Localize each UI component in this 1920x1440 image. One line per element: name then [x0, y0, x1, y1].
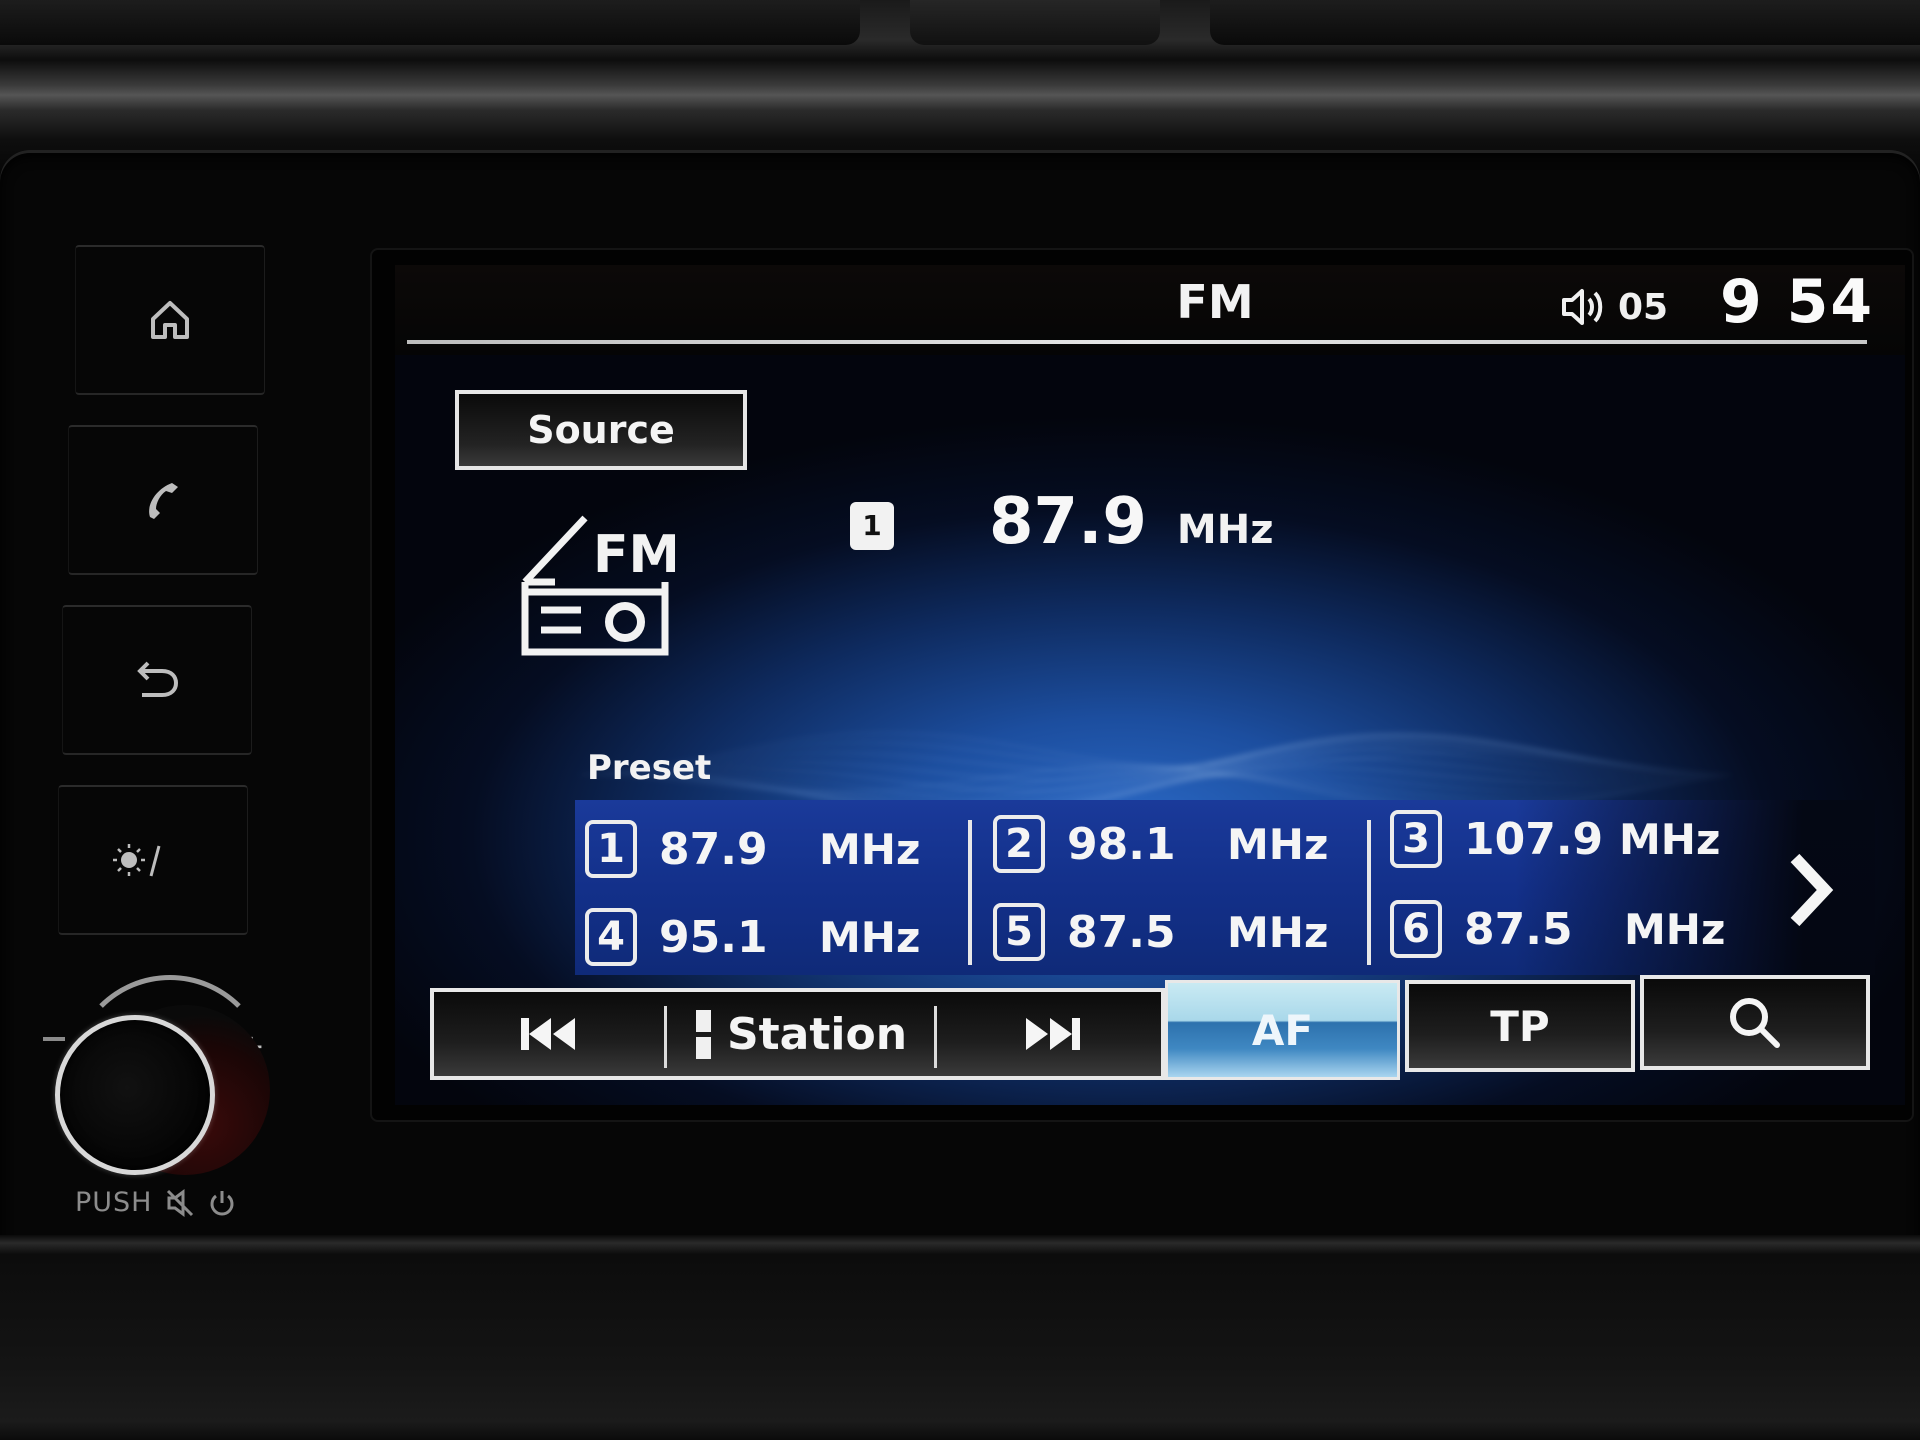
- day-night-icon: [113, 844, 189, 877]
- source-title: FM: [1176, 275, 1254, 329]
- speaker-volume-icon: [1562, 289, 1603, 325]
- day-night-button[interactable]: [58, 785, 248, 935]
- preset-divider: [1367, 820, 1371, 965]
- preset-number: 2: [993, 815, 1045, 873]
- home-icon: [151, 301, 189, 339]
- tune-controls: Station: [430, 988, 1165, 1080]
- preset-list: 1 87.9 MHz 4 95.1 MHz 2 98.1 MHz 5 87.5 …: [575, 800, 1875, 975]
- preset-section-label: Preset: [587, 748, 712, 788]
- control-bar: Station AF TP: [430, 975, 1870, 1080]
- skip-back-icon: [521, 1018, 575, 1050]
- preset-1[interactable]: 1 87.9 MHz: [585, 820, 920, 878]
- dash-vent-center: [910, 0, 1160, 45]
- knob-legend: PUSH: [75, 1187, 237, 1218]
- phone-button[interactable]: [68, 425, 258, 575]
- volume-level: 05: [1618, 286, 1669, 328]
- seek-forward-button[interactable]: [939, 992, 1164, 1076]
- preset-frequency: 87.5: [1067, 906, 1176, 958]
- mute-icon: [166, 1188, 193, 1217]
- tp-toggle-button[interactable]: TP: [1405, 980, 1635, 1072]
- volume-knob-assembly: + PUSH: [20, 955, 280, 1235]
- preset-number: 6: [1390, 900, 1442, 958]
- status-bar: FM 05 9 54: [395, 265, 1905, 345]
- control-separator: [934, 1006, 937, 1068]
- control-separator: [664, 1006, 667, 1068]
- lower-dash-panel: [0, 1255, 1920, 1440]
- dash-vent-right: [1210, 0, 1920, 45]
- skip-forward-icon: [1025, 1018, 1080, 1050]
- radio-screen: FM 05 9 54 Source FM 1 87.9 MHz Preset 1…: [395, 265, 1905, 1105]
- search-button[interactable]: [1640, 975, 1870, 1070]
- preset-number: 5: [993, 903, 1045, 961]
- dash-vent-left: [0, 0, 860, 45]
- current-frequency: 87.9: [989, 485, 1147, 559]
- preset-unit: MHz: [1227, 819, 1329, 869]
- current-preset-badge: 1: [850, 501, 894, 550]
- preset-number: 3: [1390, 810, 1442, 868]
- preset-number: 4: [585, 908, 637, 966]
- power-icon: [210, 1190, 233, 1215]
- preset-frequency: 87.9: [659, 823, 768, 875]
- preset-unit: MHz: [1619, 814, 1721, 864]
- station-button[interactable]: Station: [669, 992, 934, 1076]
- search-icon: [1730, 997, 1780, 1048]
- back-icon: [137, 661, 179, 697]
- back-button[interactable]: [62, 605, 252, 755]
- preset-number: 1: [585, 820, 637, 878]
- preset-unit: MHz: [1227, 907, 1329, 957]
- volume-minus-mark: [43, 1037, 65, 1041]
- preset-frequency: 98.1: [1067, 818, 1176, 870]
- preset-unit: MHz: [819, 912, 921, 962]
- volume-indicator: 05: [1560, 285, 1668, 329]
- af-toggle-button[interactable]: AF: [1165, 980, 1400, 1080]
- preset-unit: MHz: [1624, 904, 1726, 954]
- fm-icon-label: FM: [593, 525, 675, 585]
- push-label: PUSH: [75, 1187, 153, 1218]
- preset-5[interactable]: 5 87.5 MHz: [993, 903, 1328, 961]
- preset-frequency: 107.9: [1464, 813, 1604, 865]
- source-button[interactable]: Source: [455, 390, 747, 470]
- preset-next-page-button[interactable]: [1775, 840, 1845, 940]
- preset-frequency: 87.5: [1464, 903, 1573, 955]
- station-list-icon: [695, 1009, 711, 1059]
- phone-icon: [149, 483, 178, 519]
- bezel-trim: [0, 1235, 1920, 1255]
- chevron-right-icon: [1790, 853, 1834, 927]
- home-button[interactable]: [75, 245, 265, 395]
- preset-frequency: 95.1: [659, 911, 768, 963]
- seek-back-button[interactable]: [434, 992, 664, 1076]
- clock: 9 54: [1720, 267, 1875, 337]
- preset-2[interactable]: 2 98.1 MHz: [993, 815, 1328, 873]
- preset-3[interactable]: 3 107.9 MHz: [1390, 810, 1720, 868]
- volume-knob[interactable]: [55, 1015, 215, 1175]
- station-label: Station: [726, 1008, 908, 1060]
- preset-unit: MHz: [819, 824, 921, 874]
- preset-6[interactable]: 6 87.5 MHz: [1390, 900, 1725, 958]
- current-frequency-unit: MHz: [1176, 507, 1274, 553]
- now-playing: 1 87.9 MHz: [850, 485, 1273, 559]
- status-divider: [407, 340, 1867, 344]
- preset-4[interactable]: 4 95.1 MHz: [585, 908, 920, 966]
- preset-divider: [968, 820, 972, 965]
